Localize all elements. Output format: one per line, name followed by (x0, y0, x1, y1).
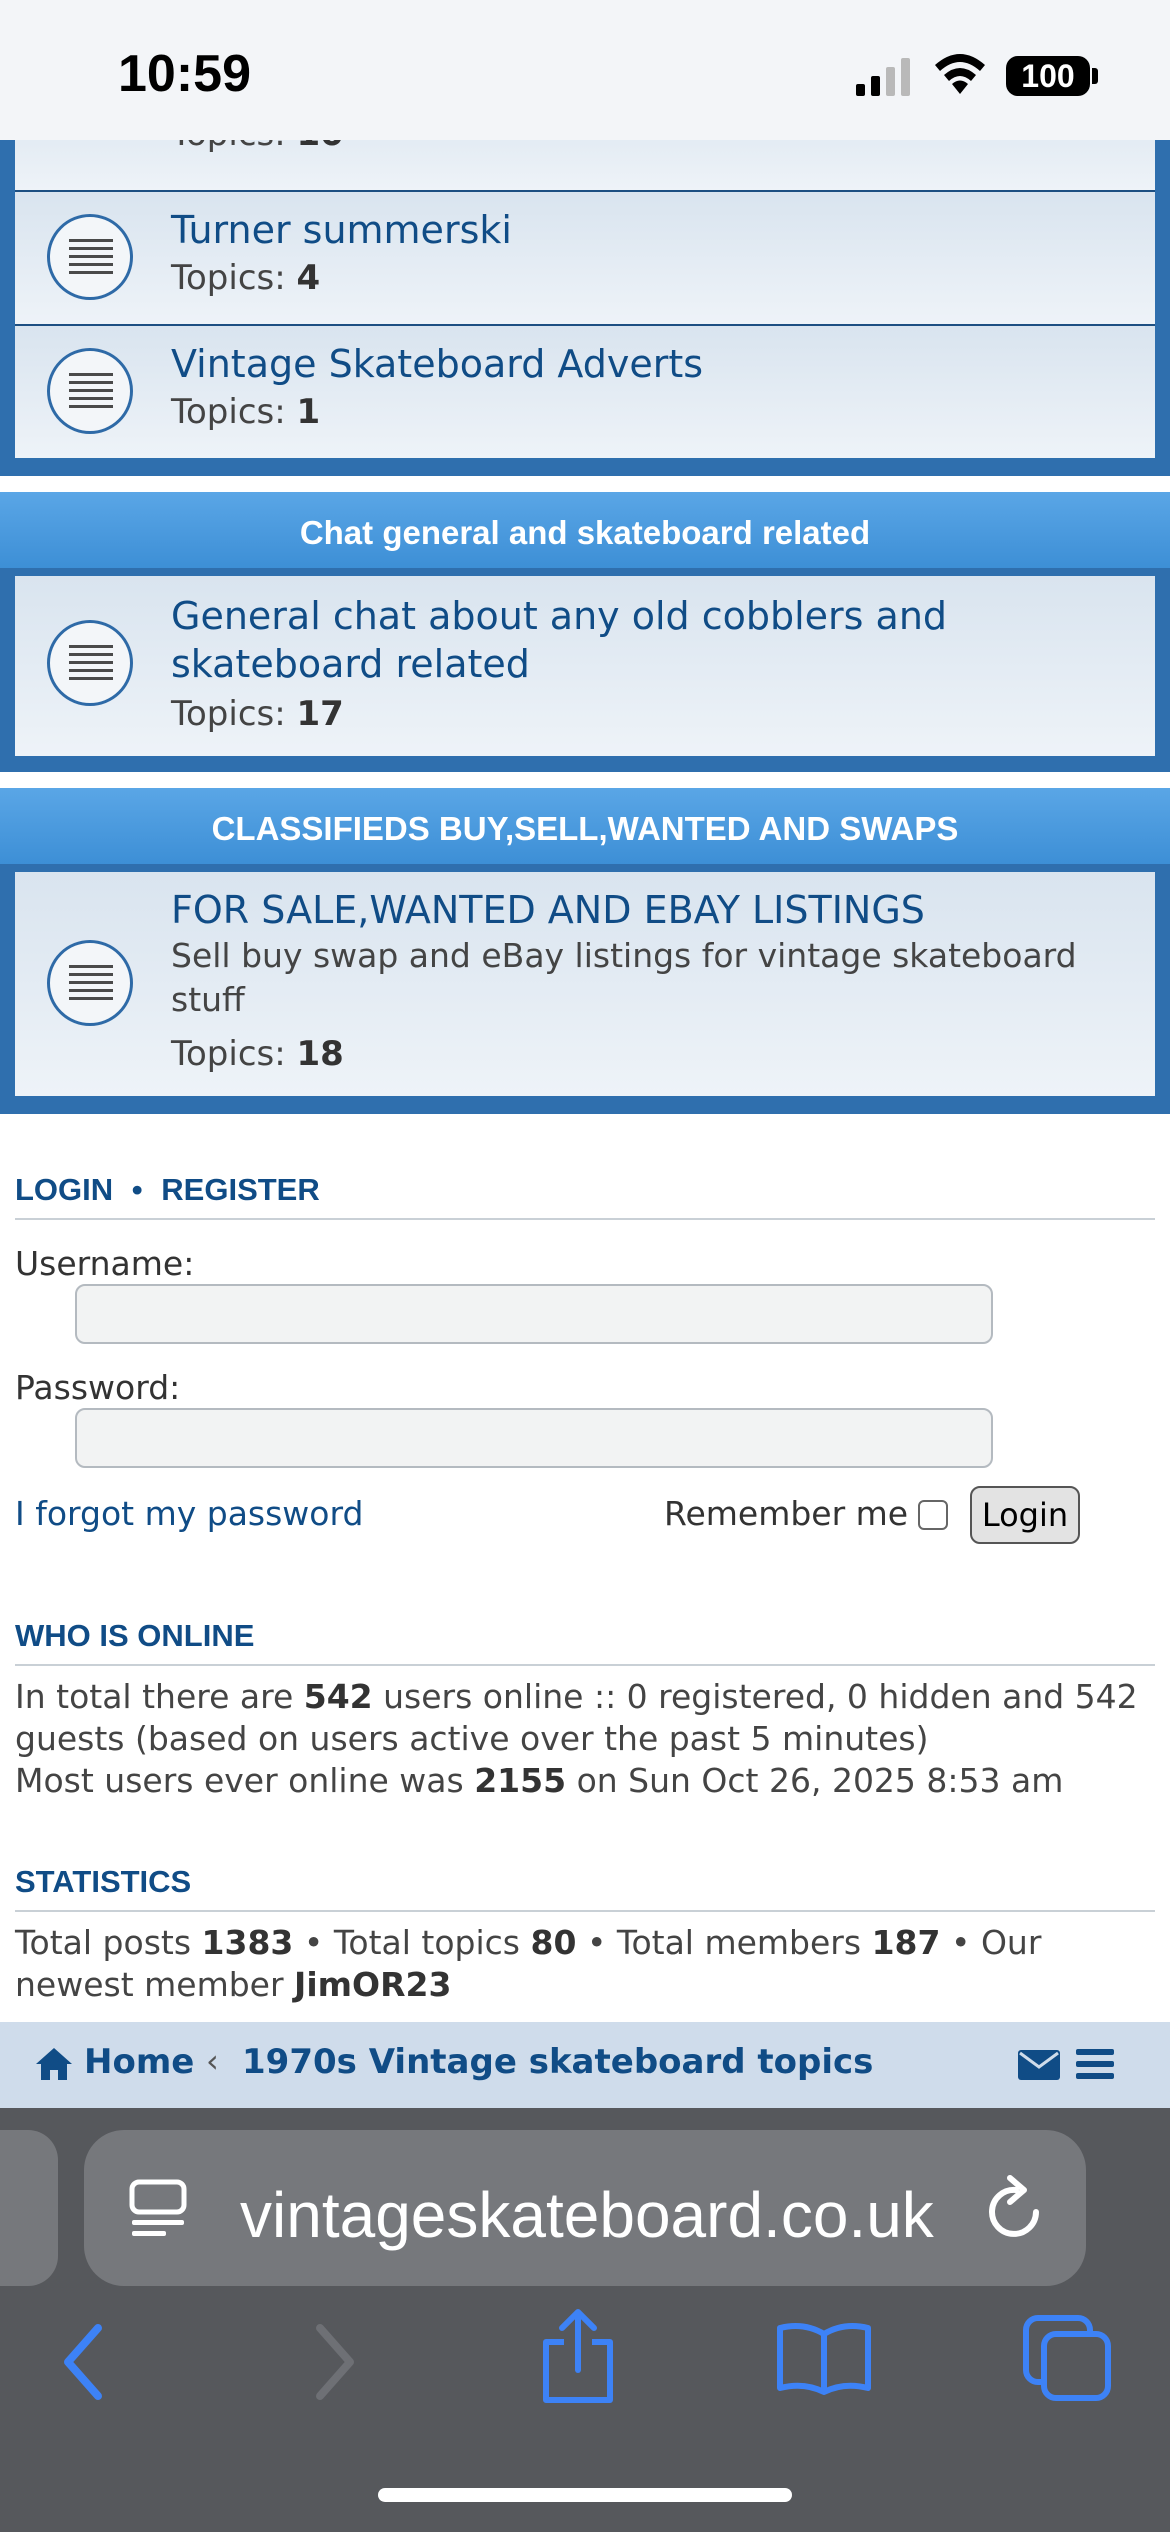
username-label: Username: (15, 1244, 195, 1283)
previous-tab-pill[interactable] (0, 2130, 58, 2286)
topics-count: Topics: 18 (171, 1034, 344, 1074)
breadcrumb-separator: ‹ (206, 2042, 219, 2080)
forum-read-icon (47, 214, 133, 300)
cellular-signal-icon (856, 58, 910, 96)
menu-icon[interactable] (1076, 2048, 1114, 2080)
battery-tip (1092, 68, 1098, 84)
statistics-header: STATISTICS (15, 1864, 1155, 1912)
forum-block-top: Topics: 10 Turner summerski Topics: 4 Vi… (0, 50, 1170, 476)
username-input[interactable] (75, 1284, 993, 1344)
remember-me-label: Remember me (664, 1494, 909, 1533)
register-link[interactable]: REGISTER (161, 1172, 319, 1207)
forum-title-link[interactable]: Turner summerski (171, 206, 1151, 254)
login-header: LOGIN • REGISTER (15, 1172, 1155, 1220)
breadcrumb: Home ‹ 1970s Vintage skateboard topics (0, 2022, 1170, 2108)
browser-toolbar: vintageskateboard.co.uk (0, 2108, 1170, 2532)
forum-read-icon (47, 348, 133, 434)
address-bar[interactable]: vintageskateboard.co.uk (84, 2130, 1086, 2286)
online-summary: In total there are 542 users online :: 0… (15, 1677, 1138, 1800)
forward-icon[interactable] (310, 2322, 360, 2402)
bookmarks-icon[interactable] (776, 2322, 872, 2396)
topics-count: Topics: 4 (171, 258, 321, 298)
login-link[interactable]: LOGIN (15, 1172, 113, 1207)
tabs-icon[interactable] (1022, 2314, 1112, 2402)
back-icon[interactable] (58, 2322, 108, 2402)
forum-row-vintage-skateboard-adverts[interactable]: Vintage Skateboard Adverts Topics: 1 (15, 324, 1155, 458)
password-label: Password: (15, 1368, 181, 1407)
mail-icon[interactable] (1018, 2050, 1060, 2080)
separator: • (131, 1172, 143, 1207)
wifi-icon (935, 54, 985, 94)
forum-read-icon (47, 620, 133, 706)
forum-row-turner-summerski[interactable]: Turner summerski Topics: 4 (15, 190, 1155, 324)
forgot-password-link[interactable]: I forgot my password (15, 1494, 363, 1533)
breadcrumb-home-link[interactable]: Home (84, 2042, 194, 2082)
forum-description: Sell buy swap and eBay listings for vint… (171, 936, 1077, 1019)
newest-member-link[interactable]: JimOR23 (294, 1965, 451, 2004)
forum-row-general-chat[interactable]: General chat about any old cobblers and … (15, 576, 1155, 756)
login-button[interactable]: Login (970, 1486, 1080, 1544)
home-indicator[interactable] (378, 2488, 792, 2502)
share-icon[interactable] (540, 2308, 616, 2406)
category-header[interactable]: CLASSIFIEDS BUY,SELL,WANTED AND SWAPS (0, 788, 1170, 864)
forum-block-chat: Chat general and skateboard related Gene… (0, 492, 1170, 772)
forum-row-for-sale[interactable]: FOR SALE,WANTED AND EBAY LISTINGS Sell b… (15, 872, 1155, 1096)
forum-read-icon (47, 940, 133, 1026)
page-settings-icon[interactable] (128, 2178, 188, 2238)
forum-title-link[interactable]: General chat about any old cobblers and … (171, 592, 1151, 688)
reload-icon[interactable] (984, 2174, 1048, 2244)
status-time: 10:59 (118, 45, 251, 103)
who-is-online-header: WHO IS ONLINE (15, 1618, 1155, 1666)
remember-me-checkbox[interactable] (918, 1500, 948, 1530)
forum-title-link[interactable]: Vintage Skateboard Adverts (171, 340, 1151, 388)
statistics-text: Total posts 1383 • Total topics 80 • Tot… (15, 1923, 1042, 2004)
forum-block-classifieds: CLASSIFIEDS BUY,SELL,WANTED AND SWAPS FO… (0, 788, 1170, 1114)
topics-count: Topics: 17 (171, 694, 344, 734)
forum-title-link[interactable]: FOR SALE,WANTED AND EBAY LISTINGS (171, 886, 1151, 934)
status-bar: 10:59 100 (0, 0, 1170, 140)
category-header[interactable]: Chat general and skateboard related (0, 492, 1170, 568)
breadcrumb-current-link[interactable]: 1970s Vintage skateboard topics (242, 2042, 873, 2082)
password-input[interactable] (75, 1408, 993, 1468)
url-text: vintageskateboard.co.uk (240, 2179, 934, 2251)
home-icon[interactable] (34, 2046, 74, 2082)
topics-count: Topics: 1 (171, 392, 321, 432)
battery-indicator: 100 (1006, 56, 1090, 96)
